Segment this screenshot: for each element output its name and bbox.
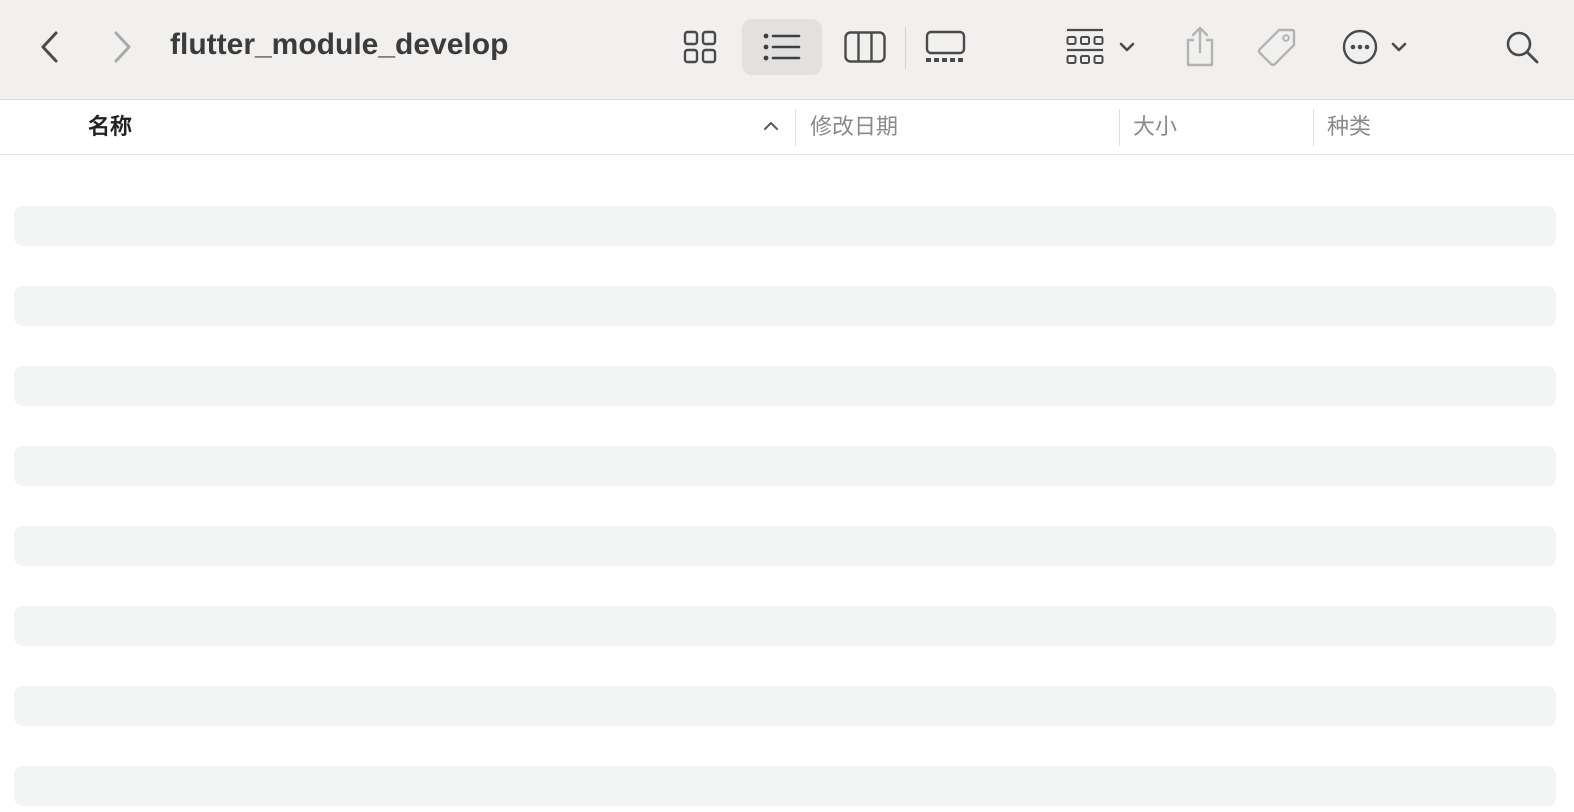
gallery-view-icon <box>925 30 966 62</box>
placeholder-row <box>14 526 1556 566</box>
list-view-icon <box>763 33 801 61</box>
chevron-left-icon <box>41 31 58 63</box>
column-kind-header[interactable]: 种类 <box>1327 100 1371 154</box>
toolbar-separator <box>905 27 906 69</box>
more-actions-button[interactable] <box>1342 27 1412 67</box>
placeholder-row <box>14 206 1556 246</box>
column-header: 名称 修改日期 大小 种类 <box>0 100 1574 155</box>
placeholder-row <box>14 686 1556 726</box>
tag-icon <box>1257 28 1296 67</box>
chevron-down-icon <box>1391 42 1407 52</box>
chevron-down-icon <box>1119 42 1135 52</box>
ellipsis-circle-icon <box>1342 29 1378 65</box>
tag-button[interactable] <box>1256 24 1298 70</box>
placeholder-row <box>14 766 1556 806</box>
icon-view-button[interactable] <box>680 27 720 67</box>
search-button[interactable] <box>1502 27 1542 67</box>
forward-button[interactable] <box>102 26 142 68</box>
column-divider[interactable] <box>1313 109 1314 146</box>
group-by-icon <box>1066 28 1104 64</box>
column-view-icon <box>844 31 886 63</box>
icon-view-grid-icon <box>683 30 717 64</box>
column-size-header[interactable]: 大小 <box>1133 100 1177 154</box>
list-view-button[interactable] <box>742 19 822 75</box>
window-title: flutter_module_develop <box>170 28 509 61</box>
placeholder-row <box>14 606 1556 646</box>
column-name-header[interactable]: 名称 <box>88 100 132 154</box>
sort-ascending-icon[interactable] <box>762 119 780 133</box>
placeholder-row <box>14 366 1556 406</box>
column-divider[interactable] <box>1119 109 1120 146</box>
column-view-button[interactable] <box>843 27 887 67</box>
column-divider[interactable] <box>795 109 796 146</box>
search-icon <box>1506 31 1539 64</box>
toolbar: flutter_module_develop <box>0 0 1574 100</box>
placeholder-row <box>14 446 1556 486</box>
gallery-view-button[interactable] <box>924 27 968 67</box>
group-by-button[interactable] <box>1066 27 1140 67</box>
back-button[interactable] <box>30 26 70 68</box>
share-icon <box>1186 26 1214 67</box>
column-date-modified-header[interactable]: 修改日期 <box>810 100 898 154</box>
finder-window: flutter_module_develop 名称 修改日期 大小 种类 <box>0 0 1574 812</box>
share-button[interactable] <box>1180 24 1220 70</box>
file-list <box>0 155 1574 812</box>
placeholder-row <box>14 286 1556 326</box>
chevron-right-icon <box>114 31 131 63</box>
